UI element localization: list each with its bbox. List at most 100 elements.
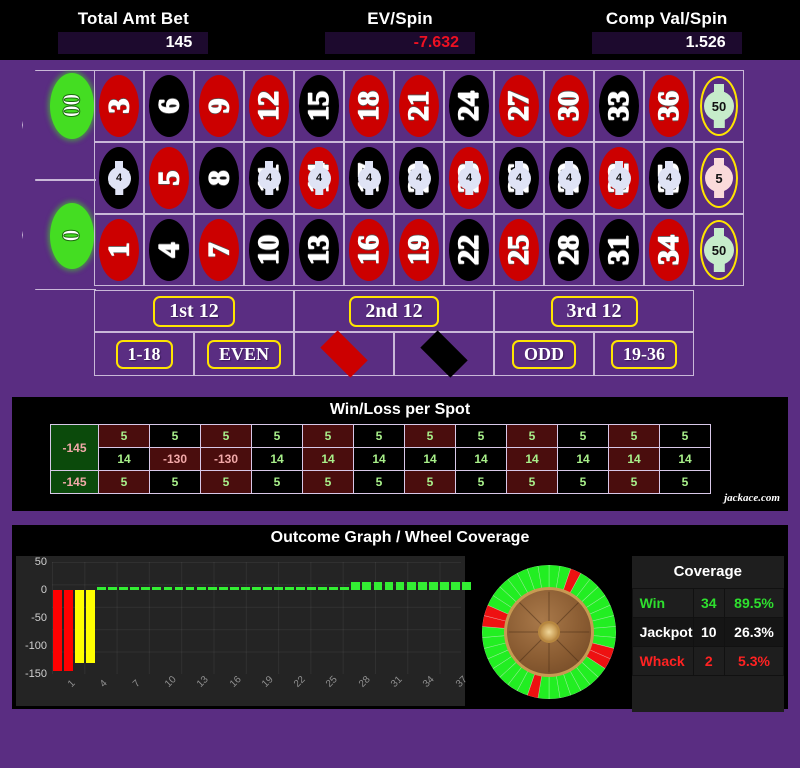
bet-spot-2to1-top-row[interactable]: 50 — [694, 70, 744, 142]
bet-spot-17[interactable]: 174 — [344, 142, 394, 214]
coverage-percent: 89.5% — [724, 588, 784, 618]
bet-spot-19[interactable]: 19 — [394, 214, 444, 286]
bet-spot-35[interactable]: 354 — [644, 142, 694, 214]
coverage-row: Win 34 89.5% — [631, 588, 784, 618]
bet-spot-24[interactable]: 24 — [444, 70, 494, 142]
bet-spot-black[interactable] — [394, 330, 494, 378]
outcome-title: Outcome Graph / Wheel Coverage — [270, 529, 530, 546]
bet-spot-3[interactable]: 3 — [94, 70, 144, 142]
bet-spot-red[interactable] — [294, 330, 394, 378]
zero-chip-0[interactable]: 0 — [50, 203, 94, 269]
chart-bar — [450, 582, 460, 590]
bet-chip-17[interactable]: 4 — [357, 161, 381, 190]
bet-spot-31[interactable]: 31 — [594, 214, 644, 286]
bet-spot-36[interactable]: 36 — [644, 70, 694, 142]
bet-spot-13[interactable]: 13 — [294, 214, 344, 286]
bet-spot-29[interactable]: 294 — [544, 142, 594, 214]
chart-bar — [351, 582, 361, 590]
bet-spot-5[interactable]: 5 — [144, 142, 194, 214]
winloss-cell: 14 — [506, 447, 558, 471]
bet-chip-2to1[interactable]: 50 — [704, 228, 734, 265]
number-oval: 3 — [99, 75, 139, 137]
bet-spot-20[interactable]: 204 — [394, 142, 444, 214]
y-axis: 50 0 -50 -100 -150 — [16, 556, 50, 680]
winloss-cell: 5 — [302, 424, 354, 448]
winloss-cell: 14 — [455, 447, 507, 471]
bet-spot-19-36[interactable]: 19-36 — [594, 332, 694, 376]
bet-spot-22[interactable]: 22 — [444, 214, 494, 286]
number-label: 31 — [601, 234, 635, 265]
bet-chip-2to1[interactable]: 5 — [705, 157, 733, 192]
chart-bar — [417, 582, 427, 590]
bet-spot-8[interactable]: 8 — [194, 142, 244, 214]
bet-spot-9[interactable]: 9 — [194, 70, 244, 142]
chart-bar — [274, 587, 283, 590]
bet-chip-11[interactable]: 4 — [257, 161, 281, 190]
bet-chip-2to1[interactable]: 50 — [704, 84, 734, 121]
bet-spot-21[interactable]: 21 — [394, 70, 444, 142]
bet-chip-2[interactable]: 4 — [107, 161, 131, 190]
bet-spot-10[interactable]: 10 — [244, 214, 294, 286]
chart-bar — [285, 587, 294, 590]
x-tick-label: 4 — [98, 678, 111, 690]
bet-spot-27[interactable]: 27 — [494, 70, 544, 142]
stat-label: Total Amt Bet — [77, 8, 189, 28]
bet-spot-odd[interactable]: ODD — [494, 332, 594, 376]
bet-spot-00[interactable]: 00 — [22, 70, 96, 180]
bet-spot-dozen-2[interactable]: 2nd 12 — [294, 290, 494, 332]
bet-spot-16[interactable]: 16 — [344, 214, 394, 286]
bet-chip-26[interactable]: 4 — [507, 161, 531, 190]
bet-spot-dozen-1[interactable]: 1st 12 — [94, 290, 294, 332]
bet-spot-18[interactable]: 18 — [344, 70, 394, 142]
number-label: 5 — [151, 170, 185, 186]
chart-bar — [240, 587, 250, 590]
bet-spot-28[interactable]: 28 — [544, 214, 594, 286]
bet-spot-34[interactable]: 34 — [644, 214, 694, 286]
chart-bar — [229, 587, 239, 590]
bet-spot-2[interactable]: 24 — [94, 142, 144, 214]
bet-spot-23[interactable]: 234 — [444, 142, 494, 214]
bet-spot-even[interactable]: EVEN — [194, 332, 294, 376]
number-oval: 6 — [149, 75, 189, 137]
bet-chip-35[interactable]: 4 — [657, 161, 681, 190]
bet-spot-11[interactable]: 114 — [244, 142, 294, 214]
stat-total-amt-bet: Total Amt Bet 145 — [0, 0, 267, 60]
bet-spot-12[interactable]: 12 — [244, 70, 294, 142]
outcome-graph-row: 50 0 -50 -100 -150 1 4 7 10 13 16 19 22 25 28 31 34 37 — [12, 552, 788, 712]
winloss-zero-cell: -145 — [50, 470, 99, 494]
bet-spot-26[interactable]: 264 — [494, 142, 544, 214]
winloss-cell: 5 — [608, 470, 660, 494]
bet-spot-1[interactable]: 1 — [94, 214, 144, 286]
bet-spot-30[interactable]: 30 — [544, 70, 594, 142]
bet-spot-0[interactable]: 0 — [22, 180, 96, 290]
bet-spot-14[interactable]: 144 — [294, 142, 344, 214]
y-tick-label: -100 — [24, 640, 47, 652]
bet-spot-32[interactable]: 324 — [594, 142, 644, 214]
bet-spot-dozen-3[interactable]: 3rd 12 — [494, 290, 694, 332]
coverage-row: Whack 2 5.3% — [631, 646, 784, 676]
bet-spot-15[interactable]: 15 — [294, 70, 344, 142]
bet-chip-29[interactable]: 4 — [557, 161, 581, 190]
zero-chip-00[interactable]: 00 — [50, 73, 94, 139]
bet-spot-7[interactable]: 7 — [194, 214, 244, 286]
bet-spot-6[interactable]: 6 — [144, 70, 194, 142]
number-label: 27 — [501, 90, 535, 121]
bet-spot-33[interactable]: 33 — [594, 70, 644, 142]
winloss-cell: 5 — [557, 424, 609, 448]
bet-chip-32[interactable]: 4 — [607, 161, 631, 190]
winloss-cell: 5 — [98, 424, 150, 448]
dozen-label: 3rd 12 — [550, 295, 638, 327]
bet-spot-4[interactable]: 4 — [144, 214, 194, 286]
chart-bar — [384, 582, 394, 590]
bet-chip-23[interactable]: 4 — [457, 161, 481, 190]
winloss-cell: 14 — [608, 447, 660, 471]
bet-spot-2to1-middle-row[interactable]: 5 — [694, 142, 744, 214]
winloss-cell: 5 — [659, 424, 711, 448]
bet-spot-1-18[interactable]: 1-18 — [94, 332, 194, 376]
winloss-cell: 5 — [149, 424, 201, 448]
bet-spot-25[interactable]: 25 — [494, 214, 544, 286]
bet-chip-14[interactable]: 4 — [307, 161, 331, 190]
bet-chip-20[interactable]: 4 — [407, 161, 431, 190]
bet-spot-2to1-bottom-row[interactable]: 50 — [694, 214, 744, 286]
grid-row-middle-row: 24581141441742042342642943243545 — [94, 142, 744, 214]
